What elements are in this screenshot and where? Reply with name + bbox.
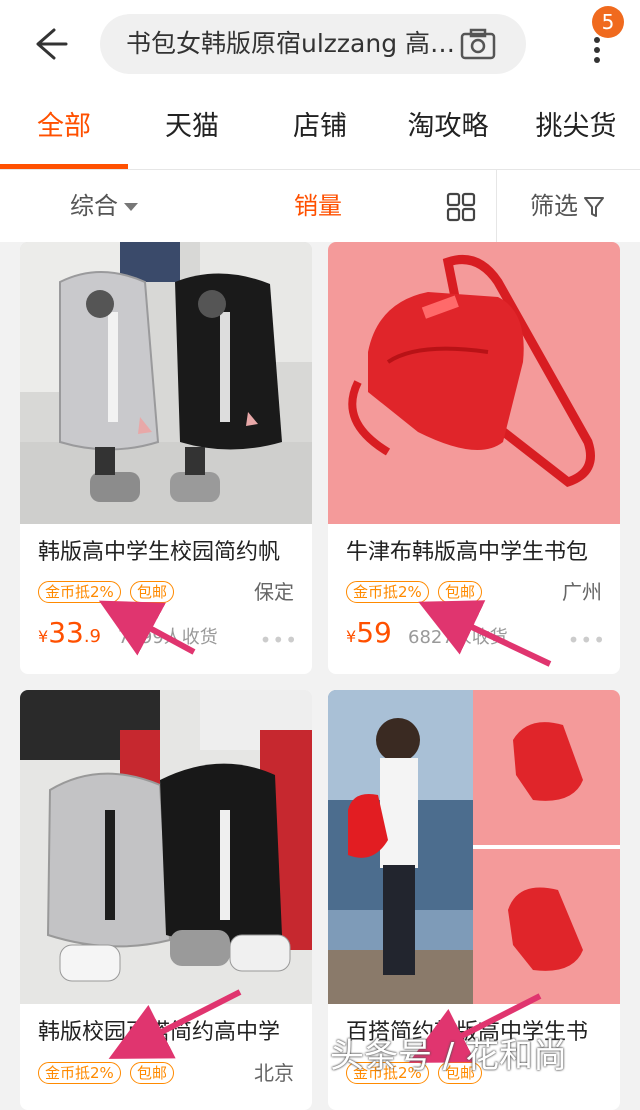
tab-premium[interactable]: 挑尖货 (512, 110, 640, 144)
location: 广州 (562, 580, 602, 604)
price: ¥59 (346, 616, 392, 649)
camera-icon[interactable] (460, 28, 496, 60)
sort-bar: 综合 销量 筛选 (0, 170, 640, 242)
tab-tmall[interactable]: 天猫 (128, 110, 256, 144)
product-card[interactable]: 韩版高中学生校园简约帆 金币抵2% 包邮 保定 ¥33.9 7299人收货 ••… (20, 242, 312, 674)
back-arrow-icon[interactable] (28, 24, 72, 64)
top-bar: 书包女韩版原宿ulzzang 高… 5 (0, 0, 640, 90)
search-query[interactable]: 书包女韩版原宿ulzzang 高… (126, 29, 456, 59)
tab-shops[interactable]: 店铺 (256, 110, 384, 144)
product-image[interactable] (328, 242, 620, 524)
free-shipping-tag: 包邮 (130, 581, 175, 603)
more-options-icon[interactable]: ••• (260, 630, 298, 650)
product-image[interactable] (20, 242, 312, 524)
price-integer: 59 (356, 616, 392, 649)
price-decimal: .9 (83, 626, 102, 647)
currency: ¥ (346, 627, 357, 646)
notification-badge: 5 (592, 6, 624, 38)
more-options-icon[interactable]: ••• (568, 630, 606, 650)
price-integer: 33 (48, 616, 84, 649)
product-card[interactable]: 韩版校园百搭简约高中学 金币抵2% 包邮 北京 (20, 690, 312, 1110)
sort-comprehensive-label: 综合 (70, 192, 118, 220)
watermark: 头条号 / 花和尚 (330, 1036, 568, 1076)
tab-guides[interactable]: 淘攻略 (384, 110, 512, 144)
free-shipping-tag: 包邮 (130, 1062, 175, 1084)
location: 保定 (254, 580, 294, 604)
coin-discount-tag: 金币抵2% (346, 581, 429, 603)
sort-comprehensive[interactable]: 综合 (70, 190, 138, 222)
coin-discount-tag: 金币抵2% (38, 1062, 121, 1084)
currency: ¥ (38, 627, 49, 646)
sort-sales[interactable]: 销量 (294, 190, 342, 222)
divider (496, 170, 497, 242)
product-title[interactable]: 韩版高中学生校园简约帆 (38, 538, 300, 568)
price: ¥33.9 (38, 616, 101, 649)
product-title[interactable]: 牛津布韩版高中学生书包 (346, 538, 608, 568)
location: 北京 (254, 1061, 294, 1085)
search-box[interactable]: 书包女韩版原宿ulzzang 高… (100, 14, 526, 74)
grid-view-icon[interactable] (446, 192, 476, 222)
free-shipping-tag: 包邮 (438, 581, 483, 603)
product-image[interactable] (20, 690, 312, 1004)
filter-funnel-icon[interactable] (584, 196, 604, 218)
filter-button[interactable]: 筛选 (530, 190, 578, 222)
sales-count: 6827人收货 (408, 627, 508, 648)
product-card[interactable]: 牛津布韩版高中学生书包 金币抵2% 包邮 广州 ¥59 6827人收货 ••• (328, 242, 620, 674)
category-tabs: 全部 天猫 店铺 淘攻略 挑尖货 (0, 90, 640, 170)
product-image[interactable] (328, 690, 620, 1004)
caret-down-icon (124, 203, 138, 211)
tab-all[interactable]: 全部 (0, 110, 128, 144)
product-title[interactable]: 韩版校园百搭简约高中学 (38, 1018, 300, 1048)
coin-discount-tag: 金币抵2% (38, 581, 121, 603)
sales-count: 7299人收货 (118, 627, 218, 648)
